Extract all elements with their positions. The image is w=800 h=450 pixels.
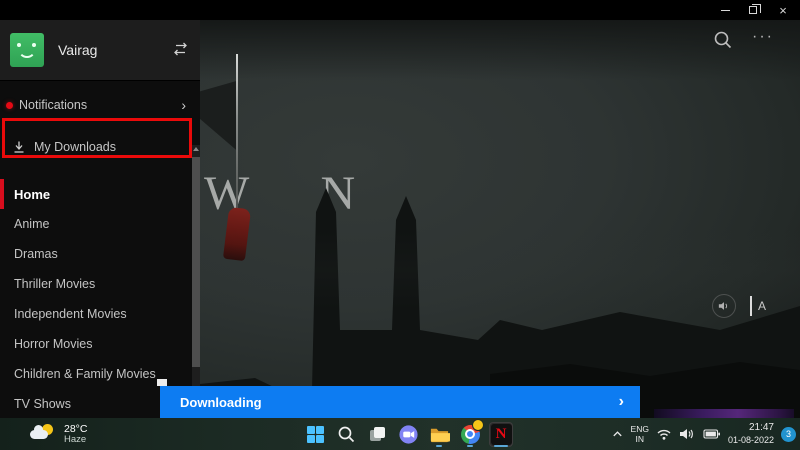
mute-button[interactable] bbox=[712, 294, 736, 318]
sidebar-item-anime[interactable]: Anime bbox=[0, 209, 192, 239]
scene-sky bbox=[200, 20, 800, 80]
switch-profile-icon bbox=[174, 42, 187, 56]
active-app-indicator bbox=[494, 445, 508, 447]
profile-header[interactable]: Vairag bbox=[0, 20, 200, 80]
content-row-peek bbox=[654, 409, 794, 418]
downloading-toast[interactable]: Downloading › bbox=[160, 386, 640, 418]
wifi-icon[interactable] bbox=[656, 427, 672, 441]
battery-icon[interactable] bbox=[703, 427, 721, 441]
window-titlebar: × bbox=[0, 0, 800, 20]
task-view-button[interactable] bbox=[365, 421, 389, 447]
search-icon bbox=[338, 426, 354, 442]
menu-label: Dramas bbox=[14, 247, 58, 261]
maturity-rating-label: A bbox=[758, 299, 767, 313]
more-options-button[interactable]: ··· bbox=[752, 28, 774, 46]
sidebar-item-notifications[interactable]: Notifications › bbox=[0, 91, 192, 119]
profile-avatar bbox=[10, 33, 44, 67]
avatar-eye bbox=[32, 43, 36, 47]
menu-label: TV Shows bbox=[14, 397, 71, 411]
chrome-button[interactable] bbox=[458, 420, 483, 447]
open-app-indicator bbox=[436, 445, 442, 447]
scroll-up-arrow-icon[interactable] bbox=[193, 147, 199, 151]
notification-dot bbox=[6, 101, 13, 109]
tray-date: 01-08-2022 bbox=[727, 434, 774, 445]
restore-icon bbox=[749, 4, 761, 14]
flag-silhouette bbox=[200, 81, 236, 150]
menu-label: Horror Movies bbox=[14, 337, 93, 351]
netflix-button[interactable]: N bbox=[489, 421, 513, 447]
active-app-tile: N bbox=[489, 421, 513, 447]
windows-start-icon bbox=[306, 425, 324, 443]
close-button[interactable]: × bbox=[768, 0, 798, 20]
menu-label: Independent Movies bbox=[14, 307, 127, 321]
menu-label: Children & Family Movies bbox=[14, 367, 156, 381]
switch-profile-button[interactable] bbox=[172, 41, 189, 62]
tray-chevron-up-icon[interactable] bbox=[611, 428, 624, 441]
weather-temperature: 28°C bbox=[64, 422, 88, 435]
system-tray: ENG IN 21:47 01-08-2022 3 bbox=[611, 418, 796, 450]
minimize-button[interactable] bbox=[710, 0, 740, 20]
language-line2: IN bbox=[635, 434, 644, 444]
weather-sun-cloud-icon bbox=[30, 423, 56, 445]
tray-time: 21:47 bbox=[748, 422, 774, 434]
minimize-icon bbox=[720, 9, 730, 11]
weather-widget[interactable]: 28°C Haze bbox=[30, 420, 150, 448]
menu-label: Thriller Movies bbox=[14, 277, 96, 291]
maturity-rating-bar bbox=[750, 296, 752, 316]
netflix-icon: N bbox=[490, 423, 512, 445]
language-line1: ENG bbox=[630, 423, 649, 434]
menu-label: Home bbox=[14, 186, 51, 202]
taskbar-search-button[interactable] bbox=[334, 421, 358, 447]
sidebar-item-independent-movies[interactable]: Independent Movies bbox=[0, 299, 192, 329]
sidebar-item-dramas[interactable]: Dramas bbox=[0, 239, 192, 269]
avatar-eye bbox=[17, 43, 21, 47]
notification-count-badge[interactable]: 3 bbox=[781, 426, 796, 442]
billboard-hero: W N bbox=[200, 20, 800, 418]
profile-name: Vairag bbox=[58, 42, 98, 58]
taskbar-app-icons: N bbox=[303, 420, 513, 448]
taskbar: 28°C Haze N ENG IN 21:47 01-08-2022 3 bbox=[0, 418, 800, 450]
chat-camera-icon bbox=[398, 424, 418, 444]
cloud-icon bbox=[30, 425, 48, 439]
scrollbar-thumb[interactable] bbox=[192, 157, 200, 367]
menu-label: Anime bbox=[14, 217, 50, 231]
restore-button[interactable] bbox=[738, 0, 768, 20]
notifications-label: Notifications bbox=[19, 98, 88, 112]
sidebar: Vairag Notifications › My Downloads Home… bbox=[0, 20, 200, 450]
file-explorer-button[interactable] bbox=[427, 421, 451, 447]
open-app-indicator bbox=[467, 445, 473, 447]
avatar-smile bbox=[18, 49, 36, 58]
chevron-right-icon: › bbox=[618, 393, 624, 410]
sidebar-item-horror-movies[interactable]: Horror Movies bbox=[0, 329, 192, 359]
sidebar-item-thriller-movies[interactable]: Thriller Movies bbox=[0, 269, 192, 299]
folder-icon bbox=[430, 428, 450, 442]
netflix-n-glyph: N bbox=[495, 425, 507, 442]
downloading-label: Downloading bbox=[180, 394, 262, 410]
start-button[interactable] bbox=[303, 421, 327, 447]
sidebar-item-home[interactable]: Home bbox=[0, 179, 192, 209]
clock[interactable]: 21:47 01-08-2022 bbox=[728, 422, 774, 446]
annotation-highlight-box bbox=[2, 118, 192, 158]
speaker-muted-icon bbox=[718, 302, 728, 310]
toast-marker bbox=[157, 379, 167, 386]
search-icon bbox=[714, 31, 732, 49]
task-view-icon bbox=[370, 427, 385, 441]
speaker-icon[interactable] bbox=[679, 427, 696, 441]
sidebar-menu-container: Notifications › My Downloads Home Anime … bbox=[0, 80, 200, 450]
search-button[interactable] bbox=[713, 30, 733, 55]
chat-button[interactable] bbox=[396, 421, 420, 447]
weather-condition: Haze bbox=[64, 433, 87, 445]
chrome-notification-dot bbox=[473, 420, 483, 430]
chevron-right-icon: › bbox=[181, 97, 186, 113]
language-indicator[interactable]: ENG IN bbox=[631, 424, 649, 444]
scene-haze bbox=[200, 230, 800, 310]
